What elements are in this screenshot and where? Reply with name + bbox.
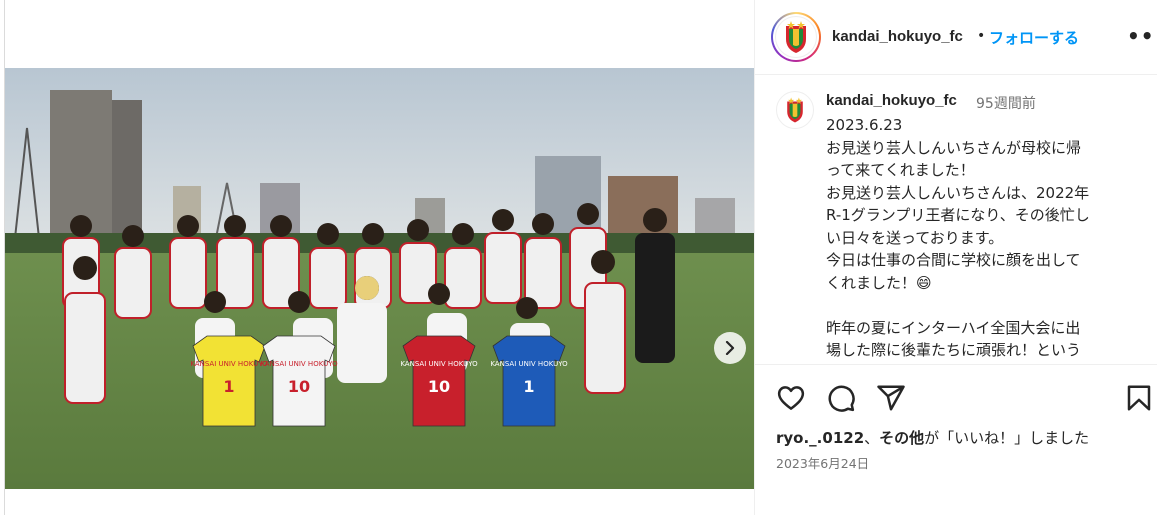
caption-line: お見送り芸人しんいちさんが母校に帰 [826,138,1082,157]
jersey-number: 1 [223,377,234,396]
caption-line [826,294,1136,317]
caption-line: くれました！😄 [826,273,932,292]
likes-separator: 、 [864,429,880,447]
team-photo: KANSAI UNIV HOKUYO 1 KANSAI UNIV HOKUYO 10 K… [5,68,754,489]
author-avatar[interactable] [771,12,821,62]
jersey-number: 10 [428,377,450,396]
club-crest-icon [787,97,803,123]
post-date[interactable]: 2023年6月24日 [776,453,869,472]
jersey-number: 10 [288,377,310,396]
jersey-text: KANSAI UNIV HOKUYO [260,360,338,368]
jersey-text: KANSAI UNIV HOKUYO [190,360,268,368]
liker-username[interactable]: ryo._.0122 [776,429,864,447]
caption-line: 今日は仕事の合間に学校に顔を出して [826,251,1081,269]
caption-line: って来てくれました！ [826,161,975,179]
share-icon[interactable] [876,383,906,413]
comment-icon[interactable] [826,383,856,413]
caption-line: い日々を送っております。 [826,228,1004,247]
jersey-text: KANSAI UNIV HOKUYO [490,360,568,368]
heart-icon[interactable] [776,383,806,413]
author-username[interactable]: kandai_hokuyo_fc [832,28,963,45]
post-actions: ryo._.0122、その他が「いいね！」しました 2023年6月24日 [755,364,1157,515]
post-side-panel: kandai_hokuyo_fc • フォローする ••• kandai_hok… [754,0,1157,515]
caption-line: 場した際に後輩たちに頑張れ！という [826,341,1082,359]
caption-line: 2023.6.23 [826,116,903,134]
caption-line: R-1グランプリ王者になり、その後忙し [826,206,1090,224]
caption-text: 2023.6.23 お見送り芸人しんいちさんが母校に帰 って来てくれました！ お見送り… [826,114,1136,362]
chevron-right-icon [725,341,735,355]
more-options-icon[interactable]: ••• [1127,24,1157,48]
caption-username[interactable]: kandai_hokuyo_fc [826,92,957,109]
next-photo-button[interactable] [714,332,746,364]
bookmark-icon[interactable] [1124,383,1154,413]
caption-line: お見送り芸人しんいちさんは、2022年 [826,183,1090,202]
likes-others-link[interactable]: その他 [879,429,924,447]
jersey-text: KANSAI UNIV HOKUYO [400,360,478,368]
header-separator: • [977,28,986,44]
post-dialog: KANSAI UNIV HOKUYO 1 KANSAI UNIV HOKUYO 10 K… [0,0,1157,515]
likes-suffix: が「いいね！」しました [924,429,1090,447]
likes-summary: ryo._.0122、その他が「いいね！」しました [776,427,1089,448]
post-caption: kandai_hokuyo_fc 95週間前 2023.6.23 お見送り芸人しん… [755,76,1157,363]
caption-timestamp[interactable]: 95週間前 [976,93,1036,113]
post-header: kandai_hokuyo_fc • フォローする ••• [755,0,1157,75]
caption-line: 昨年の夏にインターハイ全国大会に出 [826,318,1081,337]
follow-button[interactable]: フォローする [989,27,1079,48]
post-photo[interactable]: KANSAI UNIV HOKUYO 1 KANSAI UNIV HOKUYO 10 K… [5,68,754,489]
caption-author-avatar[interactable] [776,91,814,129]
club-crest-icon [786,21,806,53]
jersey-number: 1 [523,377,534,396]
